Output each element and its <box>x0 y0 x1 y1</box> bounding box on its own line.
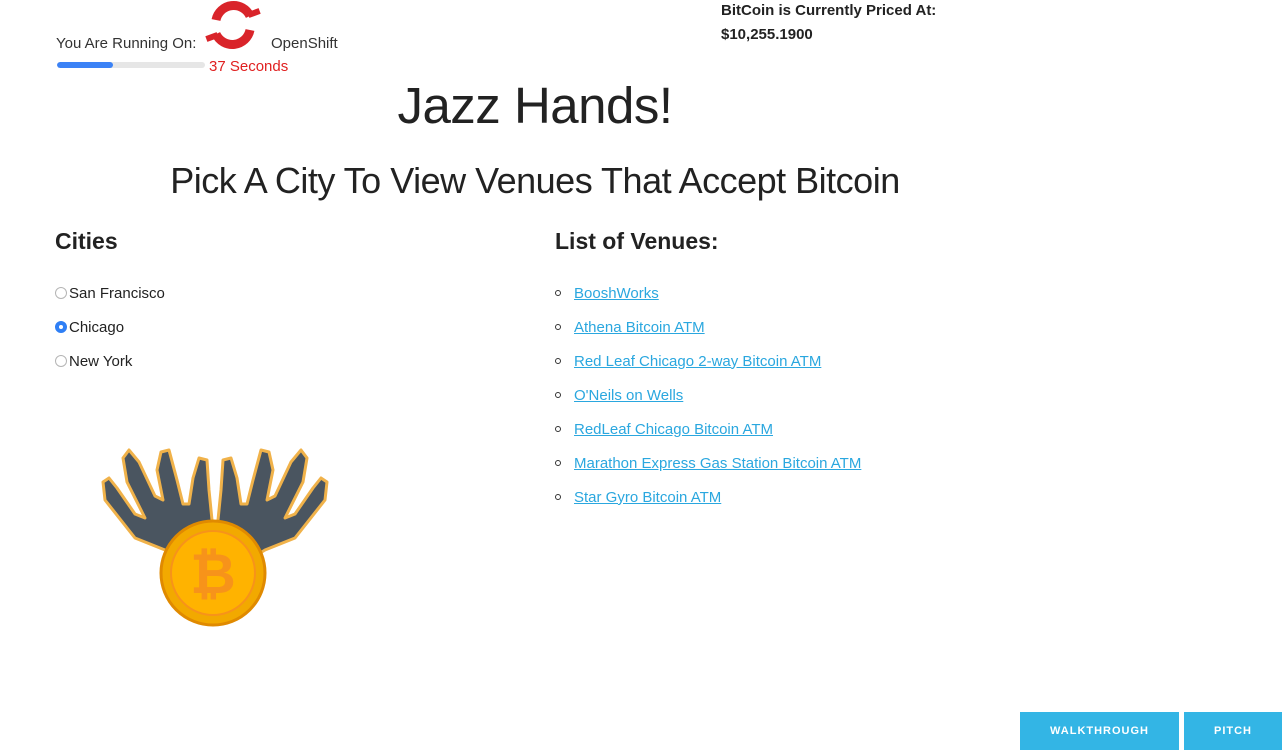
venue-link[interactable]: Red Leaf Chicago 2-way Bitcoin ATM <box>574 353 821 370</box>
list-item: RedLeaf Chicago Bitcoin ATM <box>555 419 773 439</box>
page-subtitle: Pick A City To View Venues That Accept B… <box>170 160 900 201</box>
radio-san-francisco[interactable] <box>55 287 67 299</box>
venues-heading: List of Venues: <box>555 228 719 254</box>
city-label: San Francisco <box>69 284 165 302</box>
running-on-label: You Are Running On: <box>56 35 197 52</box>
venue-link[interactable]: RedLeaf Chicago Bitcoin ATM <box>574 421 773 438</box>
session-progress-fill <box>57 62 114 68</box>
cities-heading: Cities <box>55 228 118 254</box>
list-item: O'Neils on Wells <box>555 385 683 405</box>
bullet-icon <box>555 494 561 500</box>
bullet-icon <box>555 392 561 398</box>
price-label: BitCoin is Currently Priced At: <box>721 2 937 19</box>
venue-link[interactable]: Marathon Express Gas Station Bitcoin ATM <box>574 455 861 472</box>
pitch-button[interactable]: PITCH <box>1184 712 1282 750</box>
page-title: Jazz Hands! <box>397 77 673 134</box>
venue-link[interactable]: O'Neils on Wells <box>574 387 683 404</box>
city-option-chicago[interactable]: Chicago <box>55 317 124 337</box>
platform-name: OpenShift <box>271 35 338 52</box>
radio-new-york[interactable] <box>55 355 67 367</box>
list-item: BooshWorks <box>555 283 659 303</box>
jazz-hands-bitcoin-logo: ₿ <box>101 448 329 627</box>
list-item: Red Leaf Chicago 2-way Bitcoin ATM <box>555 351 821 371</box>
city-option-san-francisco[interactable]: San Francisco <box>55 283 165 303</box>
session-progress-bar <box>57 62 205 68</box>
price-value: $10,255.1900 <box>721 26 813 43</box>
session-timer: 37 Seconds <box>209 58 289 75</box>
venue-link[interactable]: Athena Bitcoin ATM <box>574 319 705 336</box>
bullet-icon <box>555 426 561 432</box>
city-label: Chicago <box>69 318 125 336</box>
city-option-new-york[interactable]: New York <box>55 351 132 371</box>
city-label: New York <box>69 352 133 370</box>
venue-link[interactable]: Star Gyro Bitcoin ATM <box>574 489 721 506</box>
bullet-icon <box>555 358 561 364</box>
radio-chicago[interactable] <box>55 321 67 333</box>
list-item: Athena Bitcoin ATM <box>555 317 705 337</box>
walkthrough-button[interactable]: WALKTHROUGH <box>1020 712 1179 750</box>
bullet-icon <box>555 460 561 466</box>
openshift-logo-icon <box>205 1 261 49</box>
svg-text:₿: ₿ <box>190 542 236 605</box>
list-item: Star Gyro Bitcoin ATM <box>555 487 721 507</box>
bullet-icon <box>555 290 561 296</box>
bullet-icon <box>555 324 561 330</box>
list-item: Marathon Express Gas Station Bitcoin ATM <box>555 453 861 473</box>
venue-link[interactable]: BooshWorks <box>574 285 659 302</box>
